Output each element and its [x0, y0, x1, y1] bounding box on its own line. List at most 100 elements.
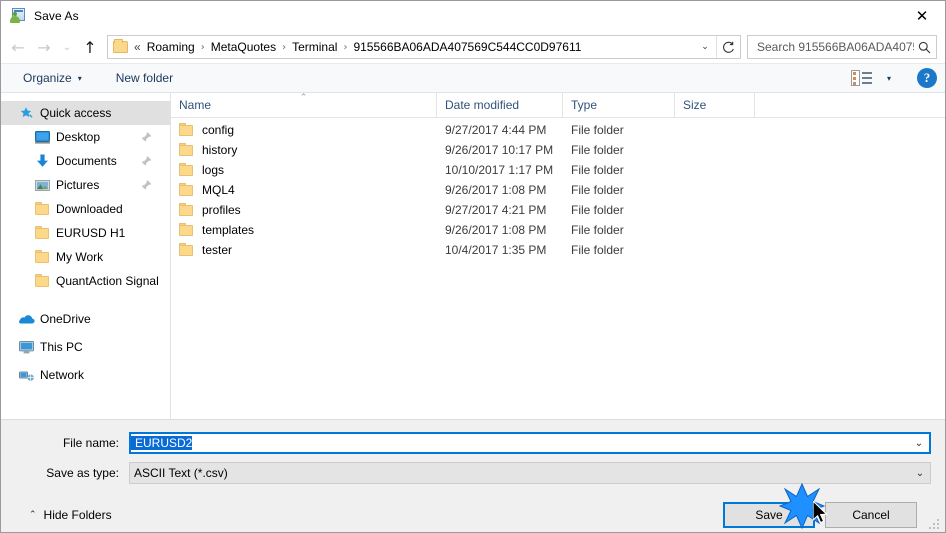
view-layout-icon: [850, 70, 873, 86]
resize-grip[interactable]: [928, 516, 941, 529]
sidebar-item-network[interactable]: Network: [1, 363, 170, 387]
search-box[interactable]: [747, 35, 937, 59]
sidebar-label: OneDrive: [40, 312, 91, 326]
organize-button[interactable]: Organize ▾: [15, 67, 90, 89]
recent-locations-button[interactable]: ⌄: [57, 34, 77, 60]
file-name-label: MQL4: [202, 183, 235, 197]
file-date-cell: 9/27/2017 4:44 PM: [445, 123, 547, 137]
save-button[interactable]: Save: [723, 502, 815, 528]
chevron-down-icon[interactable]: ⌄: [910, 468, 930, 479]
change-view-button[interactable]: ▾: [843, 66, 899, 90]
network-icon: [19, 369, 36, 382]
sidebar-item-quantaction-signal[interactable]: QuantAction Signal: [1, 269, 170, 293]
sidebar-item-my-work[interactable]: My Work: [1, 245, 170, 269]
file-date-cell: 9/26/2017 1:08 PM: [445, 183, 547, 197]
sidebar-item-desktop[interactable]: Desktop: [1, 125, 170, 149]
chevron-right-icon: ›: [282, 41, 287, 53]
folder-icon: [179, 183, 194, 196]
chevron-down-icon[interactable]: ⌄: [694, 42, 716, 52]
sidebar-item-quick-access[interactable]: Quick access: [1, 101, 170, 125]
column-header-date-modified[interactable]: Date modified: [437, 92, 563, 118]
sidebar-item-documents[interactable]: Documents: [1, 149, 170, 173]
file-list-pane: ⌃ Name Date modified Type Size config 9/…: [171, 92, 945, 419]
column-header-name[interactable]: ⌃ Name: [171, 92, 437, 118]
table-row[interactable]: templates 9/26/2017 1:08 PM File folder: [171, 220, 945, 240]
sidebar-label: This PC: [40, 340, 83, 354]
file-type-cell: File folder: [571, 223, 624, 237]
file-name-label: tester: [202, 243, 233, 257]
new-folder-button[interactable]: New folder: [108, 67, 181, 89]
breadcrumb-item-2[interactable]: Terminal: [289, 39, 340, 55]
filetype-label: Save as type:: [46, 466, 119, 480]
table-row[interactable]: logs 10/10/2017 1:17 PM File folder: [171, 160, 945, 180]
folder-icon: [35, 274, 52, 287]
help-icon[interactable]: ?: [917, 68, 937, 88]
chevron-down-icon[interactable]: ⌄: [909, 438, 929, 449]
command-bar: Organize ▾ New folder ▾ ?: [1, 63, 945, 93]
documents-download-icon: [35, 154, 52, 168]
file-name-label: logs: [202, 163, 225, 177]
cancel-button[interactable]: Cancel: [825, 502, 917, 528]
folder-icon: [35, 250, 52, 263]
sort-ascending-icon: ⌃: [299, 92, 308, 103]
file-name-cell: MQL4: [171, 183, 437, 197]
file-date-cell: 10/10/2017 1:17 PM: [445, 163, 554, 177]
star-pin-icon: [19, 106, 36, 120]
table-row[interactable]: config 9/27/2017 4:44 PM File folder: [171, 120, 945, 140]
folder-icon: [179, 163, 194, 176]
filename-input[interactable]: EURUSD2 ⌄: [129, 432, 931, 454]
sidebar-item-pictures[interactable]: Pictures: [1, 173, 170, 197]
folder-icon: [113, 38, 128, 54]
pictures-icon: [35, 179, 52, 192]
close-icon[interactable]: ✕: [899, 1, 945, 30]
file-name-label: templates: [202, 223, 255, 237]
breadcrumb-item-1[interactable]: MetaQuotes: [208, 39, 279, 55]
file-name-cell: templates: [171, 223, 437, 237]
up-button[interactable]: ↑: [77, 34, 103, 60]
new-folder-label: New folder: [115, 71, 174, 85]
file-rows: config 9/27/2017 4:44 PM File folder his…: [171, 118, 945, 419]
forward-button[interactable]: →: [31, 34, 57, 60]
table-row[interactable]: tester 10/4/2017 1:35 PM File folder: [171, 240, 945, 260]
filename-value[interactable]: EURUSD2: [131, 436, 193, 450]
chevron-down-icon: ▾: [77, 73, 82, 83]
table-row[interactable]: MQL4 9/26/2017 1:08 PM File folder: [171, 180, 945, 200]
file-type-cell: File folder: [571, 203, 624, 217]
sidebar-item-downloaded[interactable]: Downloaded: [1, 197, 170, 221]
sidebar-item-this-pc[interactable]: This PC: [1, 335, 170, 359]
address-bar[interactable]: « Roaming › MetaQuotes › Terminal › 9155…: [107, 35, 741, 59]
table-row[interactable]: history 9/26/2017 10:17 PM File folder: [171, 140, 945, 160]
pin-icon[interactable]: [141, 156, 152, 167]
breadcrumb-item-3[interactable]: 915566BA06ADA407569C544CC0D97611: [350, 39, 584, 55]
sidebar-item-eurusd-h1[interactable]: EURUSD H1: [1, 221, 170, 245]
breadcrumb-item-0[interactable]: Roaming: [144, 39, 198, 55]
title-bar: Save As ✕: [1, 1, 945, 31]
sidebar-label: Quick access: [40, 106, 112, 120]
hide-folders-button[interactable]: ⌃ Hide Folders: [25, 504, 116, 526]
column-header-size[interactable]: Size: [675, 92, 755, 118]
save-as-dialog: Save As ✕ ← → ⌄ ↑ « Roaming › MetaQuotes…: [0, 0, 946, 533]
filename-row: File name: EURUSD2 ⌄: [15, 432, 931, 454]
folder-icon: [35, 202, 52, 215]
column-header-type[interactable]: Type: [563, 92, 675, 118]
navigation-bar: ← → ⌄ ↑ « Roaming › MetaQuotes › Termina…: [1, 31, 945, 63]
filetype-select[interactable]: ASCII Text (*.csv) ⌄: [129, 462, 931, 484]
breadcrumb-prefix[interactable]: «: [133, 39, 144, 55]
file-name-label: config: [202, 123, 235, 137]
sidebar-item-onedrive[interactable]: OneDrive: [1, 307, 170, 331]
search-icon[interactable]: [916, 41, 932, 54]
refresh-icon[interactable]: [716, 36, 740, 58]
filetype-row: Save as type: ASCII Text (*.csv) ⌄: [15, 462, 931, 484]
pin-icon[interactable]: [141, 132, 152, 143]
chevron-right-icon: ›: [200, 41, 205, 53]
pin-icon[interactable]: [141, 180, 152, 191]
file-name-cell: tester: [171, 243, 437, 257]
folder-icon: [179, 243, 194, 256]
sidebar-label: My Work: [56, 250, 104, 264]
table-row[interactable]: profiles 9/27/2017 4:21 PM File folder: [171, 200, 945, 220]
desktop-icon: [35, 130, 52, 144]
back-button[interactable]: ←: [5, 34, 31, 60]
search-input[interactable]: [755, 39, 916, 55]
file-name-cell: history: [171, 143, 437, 157]
folder-icon: [179, 123, 194, 136]
